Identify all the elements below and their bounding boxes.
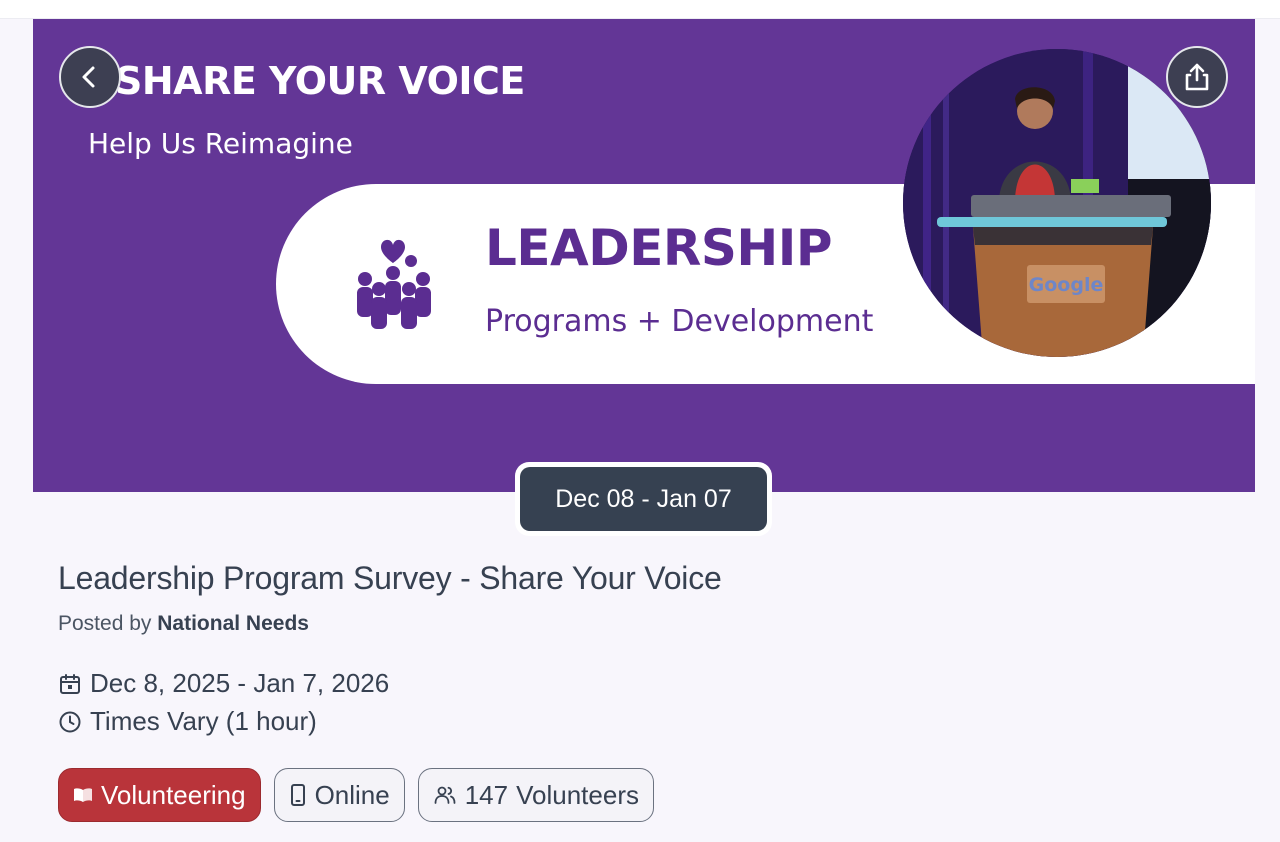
- book-icon: [74, 788, 92, 802]
- tag-volunteers[interactable]: 147 Volunteers: [417, 768, 654, 822]
- tag-online-label: Online: [314, 779, 390, 810]
- share-button[interactable]: [1166, 46, 1228, 108]
- phone-icon: [290, 784, 305, 806]
- tag-online[interactable]: Online: [273, 768, 405, 822]
- top-bar: [0, 0, 1280, 19]
- share-icon: [1185, 63, 1209, 91]
- banner-subtitle: Programs + Development: [485, 304, 874, 339]
- back-button[interactable]: [59, 46, 121, 108]
- organizer-name[interactable]: National Needs: [157, 612, 309, 635]
- posted-by: Posted by National Needs: [58, 612, 309, 636]
- posted-by-label: Posted by: [58, 612, 152, 635]
- tag-list: Volunteering Online 147 Volunteers: [58, 768, 654, 822]
- users-icon: [434, 786, 456, 804]
- speaker-photo: Google: [903, 49, 1211, 357]
- photo-sign-text: Google: [1029, 274, 1104, 296]
- event-time-text: Times Vary (1 hour): [90, 706, 317, 736]
- chevron-left-icon: [82, 66, 95, 88]
- event-date-text: Dec 8, 2025 - Jan 7, 2026: [90, 668, 390, 698]
- tag-volunteering-label: Volunteering: [101, 779, 246, 810]
- calendar-icon: [58, 672, 82, 696]
- speaker-photo-illustration: Google: [903, 49, 1211, 357]
- event-time-row: Times Vary (1 hour): [58, 706, 317, 737]
- hero-subtitle: Help Us Reimagine: [88, 127, 353, 160]
- hero-title: SHARE YOUR VOICE: [115, 59, 525, 103]
- banner-title: LEADERSHIP: [485, 219, 832, 277]
- volunteer-count: 147: [464, 779, 509, 810]
- date-badge-text: Dec 08 - Jan 07: [520, 467, 767, 531]
- people-heart-icon: [357, 239, 431, 329]
- event-date-row: Dec 8, 2025 - Jan 7, 2026: [58, 668, 389, 699]
- event-title: Leadership Program Survey - Share Your V…: [58, 560, 722, 596]
- clock-icon: [58, 710, 82, 734]
- volunteer-label: Volunteers: [516, 779, 639, 810]
- hero-banner: SHARE YOUR VOICE Help Us Reimagine LEADE…: [33, 19, 1255, 492]
- date-badge: Dec 08 - Jan 07: [515, 462, 772, 536]
- tag-volunteering[interactable]: Volunteering: [58, 768, 261, 822]
